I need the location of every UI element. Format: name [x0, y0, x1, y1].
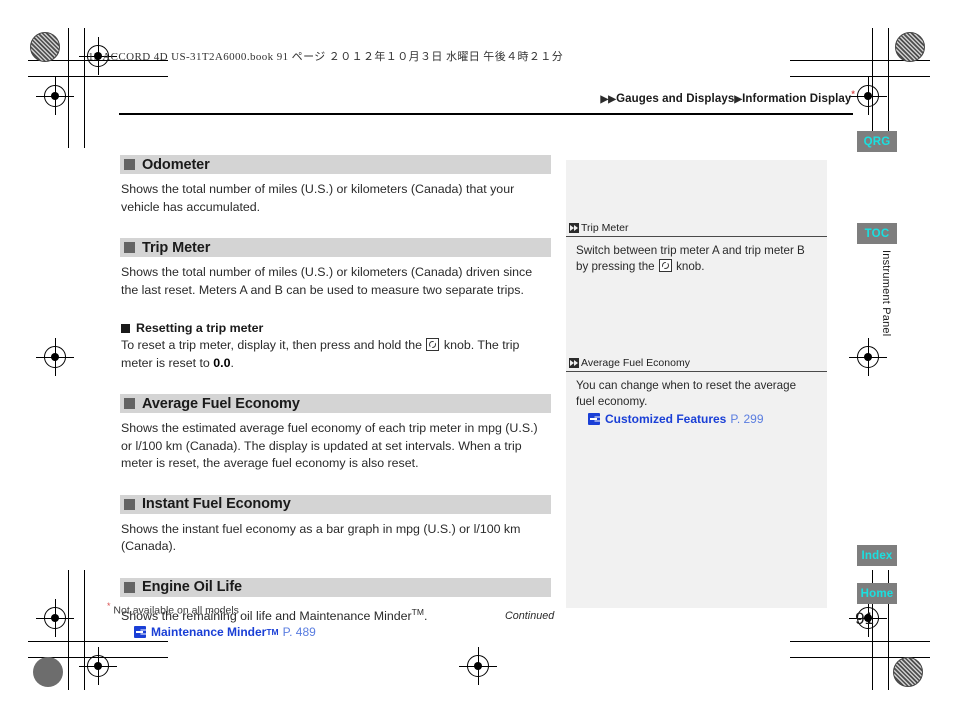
tab-index[interactable]: Index	[857, 545, 897, 566]
breadcrumb-level-2[interactable]: Information Display	[742, 93, 851, 105]
header-divider	[119, 113, 853, 115]
cross-reference-trademark: TM	[266, 627, 279, 638]
density-patch-icon	[895, 32, 925, 62]
tab-home[interactable]: Home	[857, 583, 897, 604]
cross-reference-title: Maintenance Minder	[151, 625, 267, 640]
crop-mark	[28, 76, 168, 77]
density-patch-icon	[30, 32, 60, 62]
section-heading-average-fuel-economy: Average Fuel Economy	[120, 394, 551, 413]
side-note-body: Switch between trip meter A and trip met…	[566, 237, 827, 274]
registration-target-icon	[849, 77, 887, 115]
footnote-asterisk: *	[851, 89, 855, 99]
cross-reference-title: Customized Features	[605, 412, 727, 426]
side-note-body: You can change when to reset the average…	[576, 379, 797, 408]
sentence-period: .	[423, 608, 428, 623]
crop-mark	[68, 570, 69, 690]
side-note-label-row: Trip Meter	[566, 222, 827, 234]
density-patch-icon	[893, 657, 923, 687]
registration-target-icon	[849, 338, 887, 376]
tab-qrg[interactable]: QRG	[857, 131, 897, 152]
density-patch-icon	[33, 657, 63, 687]
double-chevron-marker-icon	[569, 358, 579, 368]
side-note-average-fuel-economy: Average Fuel Economy You can change when…	[566, 357, 827, 426]
section-body-odometer: Shows the total number of miles (U.S.) o…	[121, 182, 515, 214]
side-note-label-row: Average Fuel Economy	[566, 357, 827, 369]
section-heading-label: Instant Fuel Economy	[142, 496, 291, 512]
print-file-header: 13 ACCORD 4D US-31T2A6000.book 91 ページ ２０…	[88, 51, 564, 63]
section-heading-label: Odometer	[142, 156, 210, 173]
knob-icon	[426, 338, 440, 351]
subsection-heading-label: Resetting a trip meter	[136, 321, 264, 335]
section-heading-label: Average Fuel Economy	[142, 395, 300, 412]
section-body-average-fuel-economy: Shows the estimated average fuel economy…	[121, 421, 538, 470]
footnote: * Not available on all models	[107, 601, 239, 617]
jump-arrow-icon	[134, 626, 146, 639]
side-note-trip-meter: Trip Meter Switch between trip meter A a…	[566, 222, 827, 274]
knob-icon	[658, 258, 672, 272]
crop-mark	[84, 28, 85, 148]
crop-mark	[84, 570, 85, 690]
reset-value: 0.0	[213, 355, 231, 370]
section-heading-label: Engine Oil Life	[142, 579, 243, 595]
subsection-body-resetting-trip-meter: To reset a trip meter, display it, then …	[121, 337, 551, 372]
square-bullet-icon	[124, 498, 135, 510]
section-heading-trip-meter: Trip Meter	[120, 238, 551, 257]
side-note-label: Average Fuel Economy	[581, 357, 690, 369]
reset-text-end: .	[230, 355, 234, 370]
cross-reference-page: P. 489	[282, 625, 316, 640]
cross-reference-page: P. 299	[730, 412, 764, 426]
square-bullet-icon	[124, 242, 135, 253]
cross-reference-maintenance-minder[interactable]: Maintenance Minder TM P. 489	[134, 625, 551, 639]
section-heading-label: Trip Meter	[142, 239, 211, 256]
crop-mark	[790, 76, 930, 77]
square-bullet-icon	[124, 398, 135, 409]
chapter-tab-instrument-panel: Instrument Panel	[880, 249, 892, 337]
registration-target-icon	[36, 338, 74, 376]
square-bullet-icon	[124, 159, 135, 170]
section-heading-instant-fuel-economy: Instant Fuel Economy	[120, 494, 551, 514]
registration-target-icon	[459, 647, 497, 685]
chevron-double-right-icon: ▶▶	[600, 93, 617, 105]
cross-reference-customized-features[interactable]: Customized Features P. 299	[588, 412, 827, 426]
crop-mark	[68, 28, 69, 148]
chevron-right-icon: ▶	[734, 93, 743, 105]
continued-label: Continued	[505, 610, 555, 622]
registration-target-icon	[36, 77, 74, 115]
reset-text-before-icon: To reset a trip meter, display it, then …	[121, 338, 426, 352]
double-chevron-marker-icon	[569, 223, 579, 233]
crop-mark	[888, 28, 889, 148]
trademark-superscript: TM	[411, 606, 424, 617]
jump-arrow-icon	[588, 413, 600, 425]
crop-mark	[790, 641, 930, 642]
subsection-heading-resetting-trip-meter: Resetting a trip meter	[121, 321, 551, 335]
side-note-text-after-icon: knob.	[672, 259, 705, 273]
section-body-trip-meter: Shows the total number of miles (U.S.) o…	[121, 265, 533, 297]
filled-square-icon	[121, 323, 130, 333]
section-body-instant-fuel-economy: Shows the instant fuel economy as a bar …	[121, 521, 521, 554]
breadcrumb-level-1[interactable]: Gauges and Displays	[616, 93, 734, 105]
side-note-label: Trip Meter	[581, 222, 629, 234]
footnote-text: Not available on all models	[110, 604, 239, 617]
section-heading-odometer: Odometer	[120, 155, 551, 174]
side-note-panel: Trip Meter Switch between trip meter A a…	[566, 160, 827, 608]
main-content-column: Odometer Shows the total number of miles…	[120, 155, 551, 657]
square-bullet-icon	[124, 581, 135, 593]
registration-target-icon	[79, 647, 117, 685]
registration-target-icon	[36, 599, 74, 637]
section-heading-engine-oil-life: Engine Oil Life	[120, 577, 551, 597]
breadcrumb: ▶▶Gauges and Displays▶Information Displa…	[601, 89, 855, 105]
